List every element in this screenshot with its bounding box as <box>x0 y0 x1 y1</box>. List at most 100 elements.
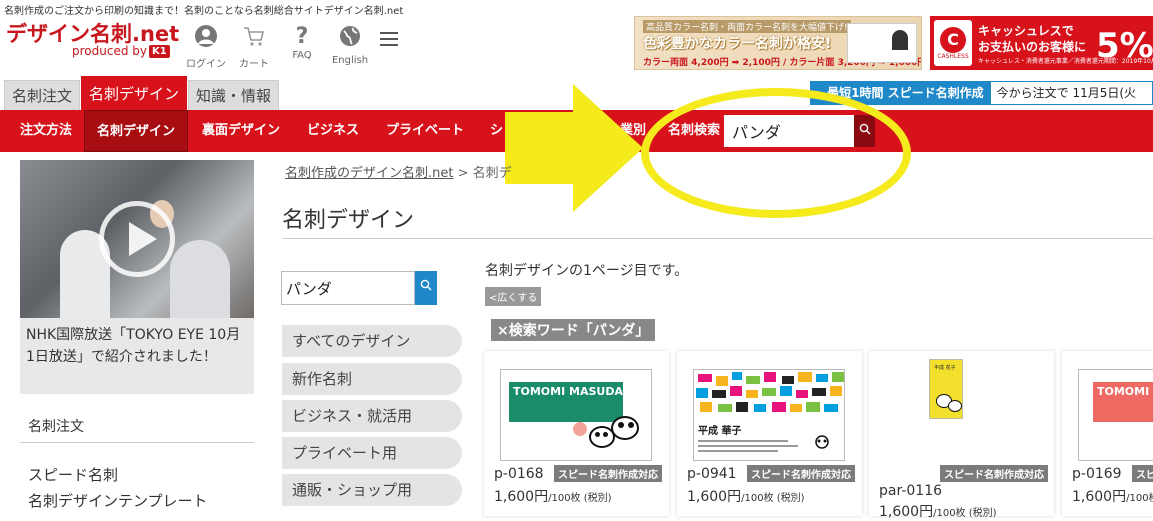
card-price: 1,600円/100枚 <box>1072 486 1153 506</box>
card-price: 1,600円/100枚 (税別) <box>879 501 997 521</box>
cashless-c-icon: C <box>940 26 966 53</box>
cart-label: カート <box>239 59 269 70</box>
search-keyword-tag[interactable]: ×検索ワード「パンダ」 <box>491 319 656 341</box>
design-search-box <box>281 271 437 305</box>
cashless-line1: キャッシュレスで <box>978 24 1074 38</box>
tab-order[interactable]: 名刺注文 <box>4 80 81 110</box>
produced-by-text: produced by <box>72 44 147 58</box>
price-value: 1,600円 <box>879 504 934 520</box>
search-icon <box>420 279 432 291</box>
title-divider <box>282 238 1153 239</box>
filter-new[interactable]: 新作名刺 <box>282 363 462 395</box>
highlight-arrow-icon <box>505 84 643 212</box>
price-value: 1,600円 <box>687 489 742 505</box>
filter-business[interactable]: ビジネス・就活用 <box>282 400 462 432</box>
faq-link[interactable]: ? FAQ <box>278 24 326 70</box>
login-label: ログイン <box>186 59 226 70</box>
menu-order-method[interactable]: 注文方法 <box>20 110 72 152</box>
video-person <box>170 240 230 318</box>
cart-icon <box>242 24 266 55</box>
price-unit: /100枚 <box>1126 493 1153 504</box>
card-code: p-0168 <box>494 466 544 482</box>
card-thumbnail: 平成 花子 <box>929 359 963 419</box>
design-card[interactable]: TOMOMI MASUDA p-0168 スピード名刺作成対応 1,600円/1… <box>484 351 669 516</box>
price-value: 1,600円 <box>494 489 549 505</box>
banner-main-text: 色彩豊かなカラー名刺が格安! <box>643 36 832 52</box>
login-link[interactable]: ログイン <box>182 24 230 70</box>
sidebar-heading: 名刺注文 <box>28 419 84 435</box>
menu-shop[interactable]: シ <box>490 110 503 152</box>
card-price: 1,600円/100枚 (税別) <box>494 486 612 506</box>
cashless-banner[interactable]: C CASHLESS キャッシュレスで お支払いのお客様に 5%還 キャッシュレ… <box>930 16 1153 70</box>
svg-text:平成 華子: 平成 華子 <box>698 424 741 437</box>
result-info: 名刺デザインの1ページ目です。 <box>485 263 689 279</box>
banner-top-text: 高品質カラー名刺・両面カラー名刺を大幅値下げ! <box>643 20 851 33</box>
speed-badge: スピード <box>1132 465 1153 482</box>
page-title: 名刺デザイン <box>282 208 415 233</box>
nhk-video-thumbnail[interactable] <box>20 160 254 318</box>
sample-card-image <box>847 23 917 63</box>
speed-delivery-date: 今から注文で 11月5日(火 <box>989 81 1153 105</box>
menu-card-design[interactable]: 名刺デザイン <box>84 110 189 152</box>
sidebar-divider <box>20 442 254 443</box>
sidebar-link-templates[interactable]: 名刺デザインテンプレート <box>28 490 208 511</box>
card-code: p-0941 <box>687 466 737 482</box>
design-card[interactable]: 平成 花子 スピード名刺作成対応 par-0116 1,600円/100枚 (税… <box>869 351 1054 520</box>
k1-logo[interactable]: K1 <box>148 44 170 58</box>
cashless-note: キャッシュレス・消費者還元事業／消費者還元期間：2019年10月〜 <box>978 58 1153 65</box>
card-name: 平成 花子 <box>934 365 956 371</box>
site-tagline: 名刺作成のご注文から印刷の知識まで！名刺のことなら名刺総合サイトデザイン名刺.n… <box>4 6 404 17</box>
price-unit: /100枚 (税別) <box>933 508 997 519</box>
play-video-icon[interactable] <box>99 201 175 277</box>
card-thumbnail: TOMOMI MASU <box>1078 369 1153 461</box>
card-name-band: TOMOMI MASU <box>1093 382 1153 422</box>
tab-design[interactable]: 名刺デザイン <box>81 76 188 110</box>
design-card[interactable]: TOMOMI MASU p-0169 スピード 1,600円/100枚 <box>1062 351 1153 516</box>
card-thumbnail: TOMOMI MASUDA <box>500 369 652 461</box>
nhk-caption[interactable]: NHK国際放送「TOKYO EYE 10月1日放送」で紹介されました！ <box>20 318 254 394</box>
breadcrumb-separator: > <box>453 166 473 181</box>
speed-badge: スピード名刺作成対応 <box>940 465 1048 482</box>
breadcrumb: 名刺作成のデザイン名刺.net > 名刺デ <box>285 162 512 181</box>
cashless-line2: お支払いのお客様に <box>978 40 1087 54</box>
design-search-button[interactable] <box>415 271 437 305</box>
speed-order-bar[interactable]: ▶ 最短1時間 スピード名刺作成 今から注文で 11月5日(火 <box>810 81 1153 105</box>
speed-badge: スピード名刺作成対応 <box>747 465 855 482</box>
design-search-input[interactable] <box>281 271 415 305</box>
animal-pattern-image: 平成 華子 <box>694 370 844 452</box>
faq-label: FAQ <box>292 50 312 61</box>
speed-badge: スピード名刺作成対応 <box>554 465 662 482</box>
color-card-banner[interactable]: 高品質カラー名刺・両面カラー名刺を大幅値下げ! 色彩豊かなカラー名刺が格安! カ… <box>634 16 922 70</box>
cart-link[interactable]: カート <box>230 24 278 70</box>
menu-business[interactable]: ビジネス <box>307 110 359 152</box>
card-price: 1,600円/100枚 (税別) <box>687 486 805 506</box>
tab-knowledge[interactable]: 知識・情報 <box>188 80 280 110</box>
card-name: TOMOMI MASU <box>1097 385 1153 398</box>
widen-button[interactable]: <広くする <box>485 287 542 306</box>
card-name-band: TOMOMI MASUDA <box>509 382 623 422</box>
price-value: 1,600円 <box>1072 489 1127 505</box>
question-icon: ? <box>295 24 309 49</box>
highlight-ellipse <box>641 88 911 218</box>
card-code: par-0116 <box>879 483 943 499</box>
card-name: TOMOMI MASUDA <box>513 385 623 398</box>
globe-icon <box>338 24 362 55</box>
filter-all-designs[interactable]: すべてのデザイン <box>282 325 462 357</box>
menu-private[interactable]: プライベート <box>386 110 464 152</box>
filter-shop[interactable]: 通販・ショップ用 <box>282 474 462 506</box>
breadcrumb-home-link[interactable]: 名刺作成のデザイン名刺.net <box>285 166 453 181</box>
user-icon <box>194 24 218 55</box>
hamburger-menu-icon[interactable] <box>380 32 398 50</box>
cashless-logo-word: CASHLESS <box>937 52 969 60</box>
english-link[interactable]: English <box>326 24 374 70</box>
price-unit: /100枚 (税別) <box>548 493 612 504</box>
card-code: p-0169 <box>1072 466 1122 482</box>
filter-private[interactable]: プライベート用 <box>282 437 462 469</box>
menu-back-design[interactable]: 裏面デザイン <box>202 110 280 152</box>
main-tabs: 名刺注文 名刺デザイン 知識・情報 <box>4 76 280 110</box>
english-label: English <box>331 55 369 66</box>
sidebar-link-speed[interactable]: スピード名刺 <box>28 464 118 485</box>
produced-by: produced by K1 <box>72 44 170 58</box>
top-nav: ログイン カート ? FAQ English <box>182 24 374 70</box>
design-card[interactable]: 平成 華子 p-0941 スピード名刺作成対応 1,600円/100枚 (税別) <box>677 351 862 516</box>
